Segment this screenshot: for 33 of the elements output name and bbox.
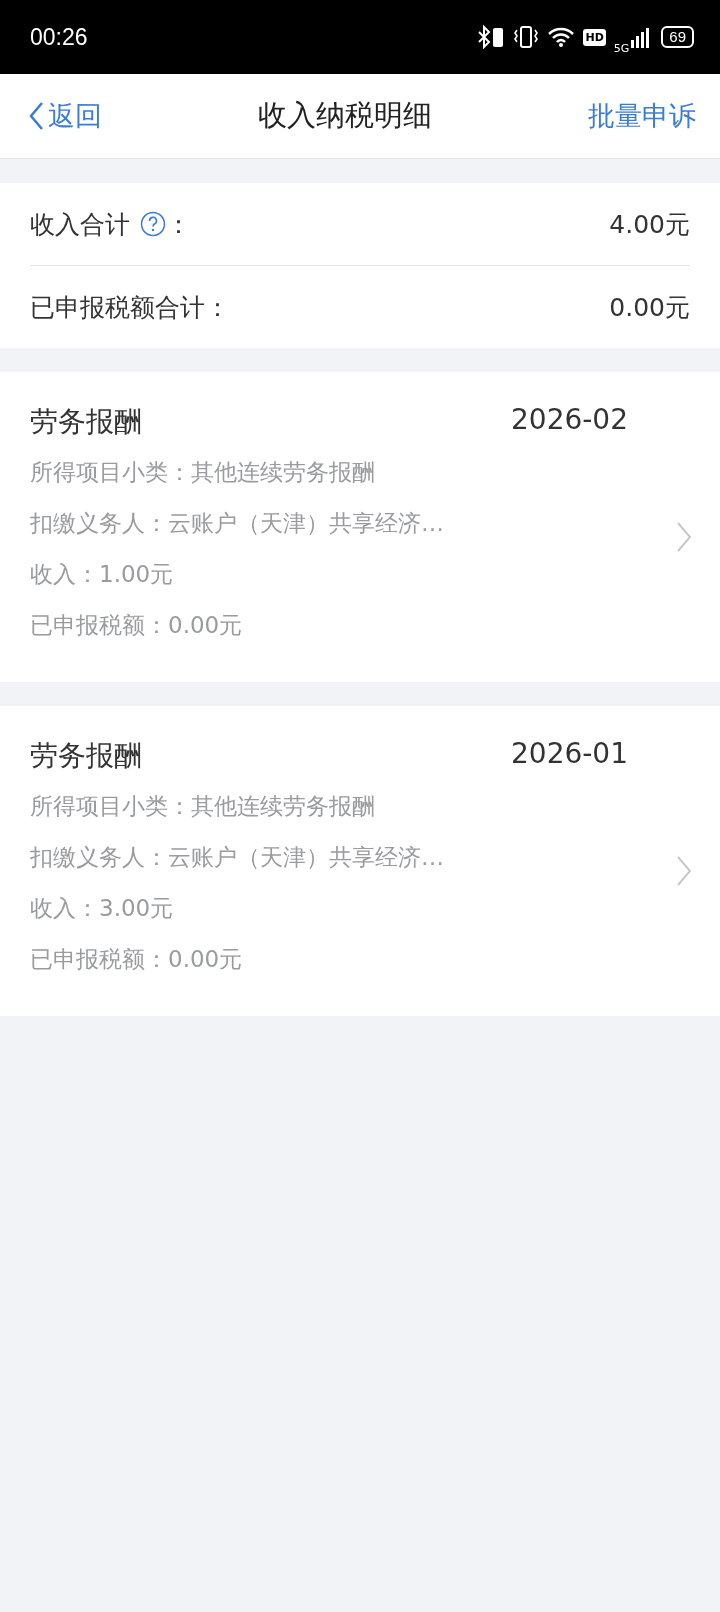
record-card[interactable]: 劳务报酬 2026-02 所得项目小类：其他连续劳务报酬 扣缴义务人：云账户（天津）共享经济… 收入：1.00元 已申报税额：0.00元 bbox=[0, 372, 720, 682]
record-title: 劳务报酬 bbox=[30, 404, 142, 440]
hd-badge: HD bbox=[583, 28, 606, 46]
batch-appeal-button[interactable]: 批量申诉 bbox=[588, 98, 696, 134]
page-title: 收入纳税明细 bbox=[258, 97, 432, 134]
record-detail: 所得项目小类：其他连续劳务报酬 bbox=[30, 792, 376, 821]
summary-value: 0.00元 bbox=[609, 291, 690, 324]
wifi-icon bbox=[547, 26, 576, 48]
network-label: 5G bbox=[613, 41, 630, 55]
summary-value: 4.00元 bbox=[609, 208, 690, 241]
record-date: 2026-01 bbox=[511, 737, 628, 772]
record-detail: 扣缴义务人：云账户（天津）共享经济… bbox=[30, 509, 445, 538]
help-icon[interactable] bbox=[140, 211, 166, 237]
record-detail: 所得项目小类：其他连续劳务报酬 bbox=[30, 458, 376, 487]
chevron-right-icon bbox=[676, 521, 692, 553]
battery-level: 69 bbox=[661, 26, 694, 48]
bluetooth-icon bbox=[477, 25, 506, 49]
record-detail: 收入：3.00元 bbox=[30, 894, 175, 923]
summary-label: 已申报税额合计： bbox=[30, 291, 230, 324]
back-button[interactable]: 返回 bbox=[28, 98, 102, 134]
record-date: 2026-02 bbox=[511, 403, 628, 438]
clock: 00:26 bbox=[30, 23, 88, 51]
record-title: 劳务报酬 bbox=[30, 738, 142, 774]
record-detail: 收入：1.00元 bbox=[30, 560, 175, 589]
record-card[interactable]: 劳务报酬 2026-01 所得项目小类：其他连续劳务报酬 扣缴义务人：云账户（天津）共享经济… 收入：3.00元 已申报税额：0.00元 bbox=[0, 706, 720, 1016]
colon: ： bbox=[166, 208, 191, 241]
chevron-left-icon bbox=[28, 101, 44, 131]
record-detail: 已申报税额：0.00元 bbox=[30, 611, 244, 640]
record-detail: 已申报税额：0.00元 bbox=[30, 945, 244, 974]
chevron-right-icon bbox=[676, 855, 692, 887]
summary-label: 收入合计 bbox=[30, 208, 130, 241]
record-detail: 扣缴义务人：云账户（天津）共享经济… bbox=[30, 843, 445, 872]
vibrate-icon bbox=[513, 25, 540, 49]
